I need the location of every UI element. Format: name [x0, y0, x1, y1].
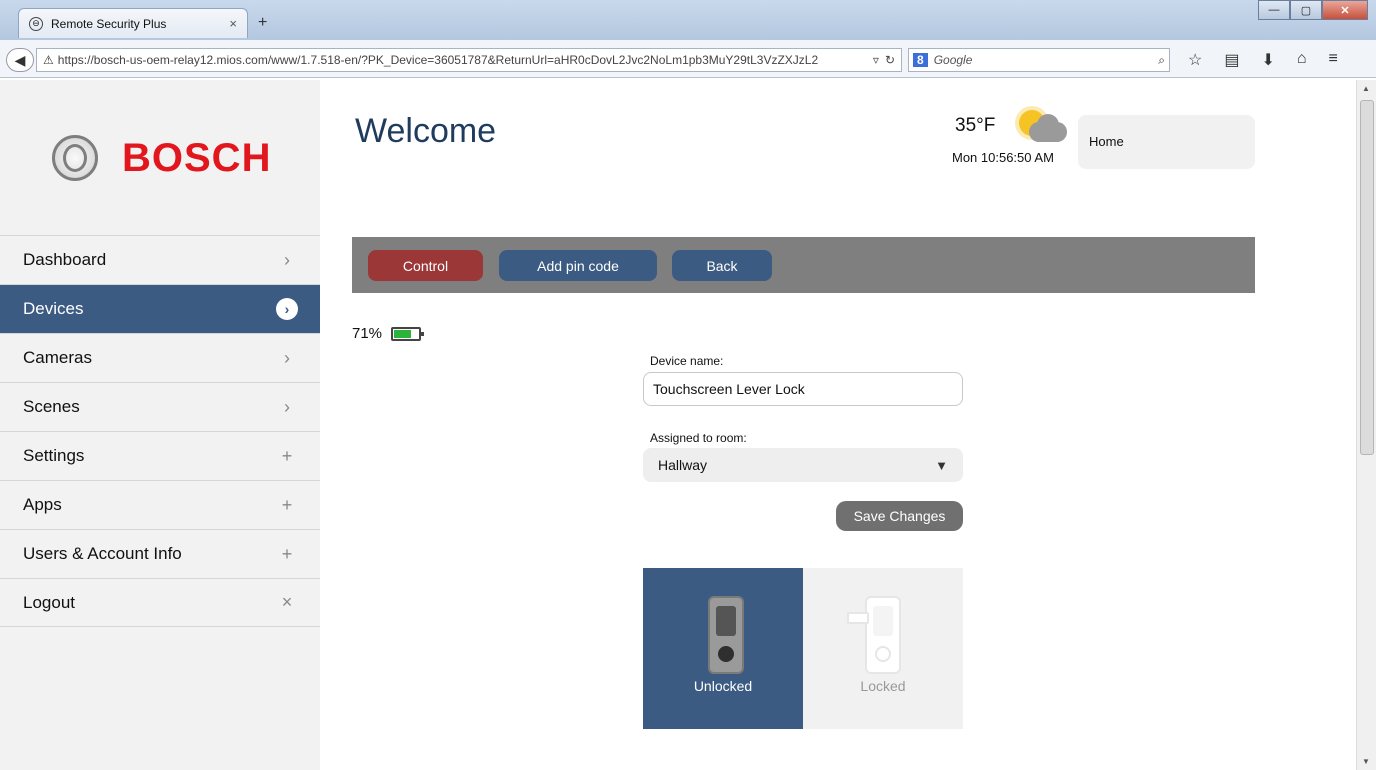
search-placeholder: Google	[933, 53, 973, 67]
bosch-logo[interactable]: BOSCH	[52, 135, 271, 181]
reload-icon[interactable]: ↻	[885, 53, 895, 67]
locked-lock-icon	[865, 596, 901, 674]
add-pin-code-button[interactable]: Add pin code	[499, 250, 657, 281]
temperature: 35°F	[955, 115, 996, 136]
scroll-up-icon[interactable]: ▲	[1362, 84, 1370, 93]
location-selector[interactable]: Home	[1078, 115, 1255, 169]
bookmarks-list-icon[interactable]: ▤	[1224, 50, 1239, 70]
sidebar-item-devices[interactable]: Devices ›	[0, 284, 320, 333]
menu-icon[interactable]: ≡	[1329, 50, 1338, 70]
plus-icon: +	[281, 445, 293, 466]
locked-option[interactable]: Locked	[803, 568, 963, 729]
url-text: https://bosch-us-oem-relay12.mios.com/ww…	[57, 53, 819, 67]
sidebar-item-label: Dashboard	[23, 250, 107, 269]
minimize-button[interactable]: —	[1258, 0, 1290, 20]
save-changes-button[interactable]: Save Changes	[836, 501, 963, 531]
sidebar-item-label: Apps	[23, 495, 62, 514]
caret-down-icon: ▼	[935, 457, 948, 473]
chevron-right-icon: ›	[284, 347, 290, 368]
bosch-favicon-icon: ⊖	[29, 16, 43, 31]
search-icon[interactable]: ⌕	[1158, 53, 1165, 68]
unlocked-option[interactable]: Unlocked	[643, 568, 803, 729]
back-button[interactable]: Back	[672, 250, 772, 281]
window-controls: — ▢ ✕	[1258, 0, 1368, 20]
sidebar-item-scenes[interactable]: Scenes ›	[0, 382, 320, 431]
room-label: Assigned to room:	[650, 431, 747, 445]
sidebar-item-label: Devices	[23, 299, 84, 318]
sidebar-item-cameras[interactable]: Cameras ›	[0, 333, 320, 382]
browser-toolbar-icons: ☆ ▤ ⬇ ⌂ ≡	[1188, 50, 1338, 70]
arrow-left-icon: ◀	[14, 51, 26, 68]
device-name-label: Device name:	[650, 354, 724, 368]
chevron-right-icon: ›	[284, 249, 290, 270]
scroll-down-icon[interactable]: ▼	[1362, 757, 1370, 766]
locked-label: Locked	[860, 678, 906, 694]
sidebar-item-label: Scenes	[23, 397, 80, 416]
sidebar-item-users-account-info[interactable]: Users & Account Info +	[0, 529, 320, 578]
plus-icon: +	[281, 494, 293, 515]
search-bar[interactable]: 8 Google ⌕	[908, 48, 1170, 72]
dropdown-icon[interactable]: ▿	[873, 53, 879, 67]
close-window-button[interactable]: ✕	[1322, 0, 1368, 20]
page-title: Welcome	[355, 112, 497, 150]
unlocked-label: Unlocked	[693, 678, 753, 694]
lever-handle-icon	[847, 612, 869, 624]
battery-icon	[391, 327, 424, 341]
url-bar[interactable]: ⚠ https://bosch-us-oem-relay12.mios.com/…	[36, 48, 902, 72]
sidebar-item-apps[interactable]: Apps +	[0, 480, 320, 529]
battery-percentage: 71%	[352, 325, 383, 342]
room-select[interactable]: Hallway ▼	[643, 448, 963, 482]
bosch-emblem-icon	[52, 135, 98, 181]
page-scrollbar[interactable]: ▲ ▼	[1356, 80, 1376, 770]
browser-navbar: ◀ ⚠ https://bosch-us-oem-relay12.mios.co…	[0, 40, 1376, 78]
chevron-right-circle-icon: ›	[276, 298, 298, 320]
sidebar-item-dashboard[interactable]: Dashboard ›	[0, 235, 320, 284]
browser-titlebar: ⊖ Remote Security Plus × + — ▢ ✕	[0, 0, 1376, 40]
sidebar-item-label: Cameras	[23, 348, 92, 367]
room-select-value: Hallway	[658, 457, 708, 473]
chevron-right-icon: ›	[284, 396, 290, 417]
unlocked-lock-icon	[708, 596, 744, 674]
download-icon[interactable]: ⬇	[1261, 50, 1274, 70]
bookmark-star-icon[interactable]: ☆	[1188, 50, 1202, 70]
tab-close-icon[interactable]: ×	[229, 16, 237, 31]
sidebar-item-label: Logout	[23, 592, 75, 612]
device-toolbar: Control Add pin code Back	[352, 237, 1255, 293]
sidebar: BOSCH Dashboard › Devices › Cameras › Sc…	[0, 80, 320, 770]
close-x-icon: ×	[281, 592, 293, 612]
new-tab-button[interactable]: +	[258, 14, 267, 32]
device-name-field[interactable]: Touchscreen Lever Lock	[643, 372, 963, 406]
plus-icon: +	[281, 543, 293, 564]
warning-icon: ⚠	[43, 53, 54, 67]
search-engine-icon[interactable]: 8	[913, 53, 928, 67]
battery-fill	[394, 330, 411, 338]
restore-button[interactable]: ▢	[1290, 0, 1322, 20]
clock: Mon 10:56:50 AM	[952, 150, 1054, 165]
brand-name: BOSCH	[122, 135, 272, 180]
scrollbar-thumb[interactable]	[1360, 100, 1374, 455]
sidebar-item-settings[interactable]: Settings +	[0, 431, 320, 480]
browser-tab[interactable]: ⊖ Remote Security Plus ×	[18, 8, 248, 38]
sidebar-item-label: Settings	[23, 446, 85, 465]
sidebar-item-logout[interactable]: Logout ×	[0, 578, 320, 627]
partly-cloudy-icon	[1015, 108, 1067, 144]
sidebar-menu: Dashboard › Devices › Cameras › Scenes ›…	[0, 235, 320, 627]
sidebar-item-label: Users & Account Info	[23, 544, 182, 563]
home-icon[interactable]: ⌂	[1297, 50, 1307, 70]
tab-title: Remote Security Plus	[51, 16, 167, 31]
lock-state-panel: Unlocked Locked	[643, 568, 963, 729]
control-button[interactable]: Control	[368, 250, 483, 281]
browser-back-button[interactable]: ◀	[6, 48, 34, 72]
